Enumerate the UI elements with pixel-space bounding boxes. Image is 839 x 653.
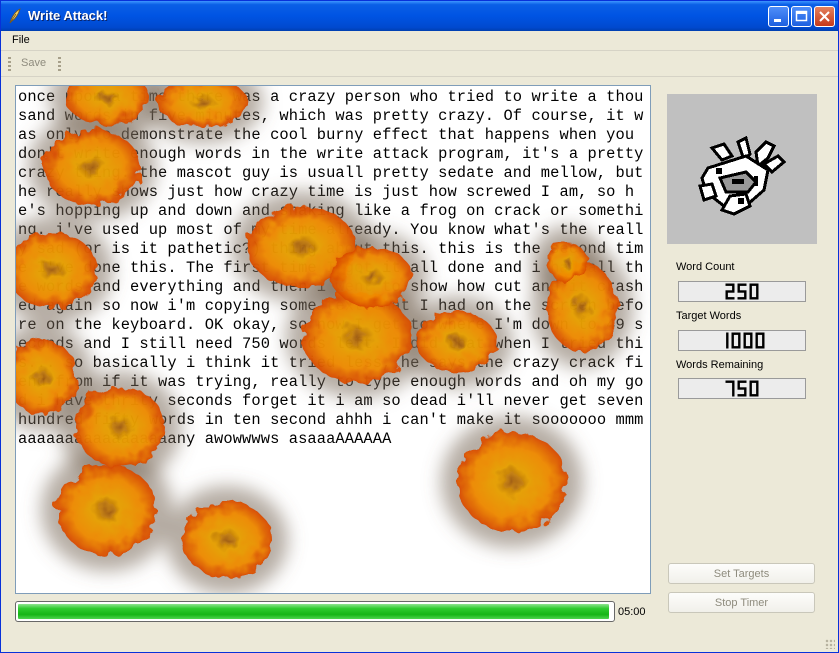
lcd-segment	[749, 283, 752, 292]
lcd-segment	[756, 283, 759, 292]
progress-fill	[18, 604, 610, 619]
close-button[interactable]	[814, 6, 835, 27]
mascot-panel	[667, 94, 817, 244]
toolbar-separator	[58, 57, 61, 71]
minimize-icon	[774, 19, 781, 22]
window-title: Write Attack!	[28, 8, 108, 23]
word-count-label: Word Count	[676, 261, 735, 273]
maximize-icon	[795, 10, 808, 22]
close-icon	[819, 11, 830, 22]
target-words-digits	[726, 332, 765, 349]
lcd-segment	[756, 380, 759, 389]
lcd-segment	[731, 340, 734, 349]
minimize-button[interactable]	[768, 6, 789, 27]
lcd-segment	[737, 283, 740, 292]
lcd-segment	[749, 380, 752, 389]
time-progress-bar	[15, 601, 615, 622]
menu-bar: File	[1, 31, 838, 51]
maximize-button[interactable]	[791, 6, 812, 27]
words-remaining-digits	[725, 380, 759, 397]
title-bar[interactable]: Write Attack!	[1, 1, 838, 31]
target-words-display	[678, 330, 806, 351]
words-remaining-label: Words Remaining	[676, 359, 764, 371]
lcd-segment	[762, 332, 765, 341]
set-targets-button[interactable]: Set Targets	[668, 563, 815, 584]
app-window: Write Attack! File Save once upon a time…	[0, 0, 839, 653]
lcd-segment	[732, 380, 735, 389]
toolbar: Save	[1, 51, 838, 77]
crazy-rabbit-mascot-icon	[698, 135, 787, 216]
editor-text[interactable]: once upon a time there was a crazy perso…	[18, 88, 648, 449]
word-count-display	[678, 281, 806, 302]
burn-smoke	[166, 486, 288, 593]
text-editor[interactable]: once upon a time there was a crazy perso…	[15, 85, 651, 594]
lcd-segment	[743, 340, 746, 349]
timer-label: 05:00	[618, 606, 646, 618]
lcd-segment	[732, 283, 735, 292]
burn-splotch	[57, 465, 157, 555]
lcd-segment	[737, 380, 740, 389]
feather-pen-icon	[9, 8, 21, 24]
lcd-segment	[732, 388, 735, 397]
lcd-segment	[743, 332, 746, 341]
lcd-segment	[737, 297, 747, 300]
burn-smoke	[41, 449, 173, 571]
target-words-label: Target Words	[676, 310, 742, 322]
burn-splotch	[182, 502, 272, 578]
lcd-segment	[749, 291, 752, 300]
lcd-segment	[750, 332, 753, 341]
lcd-segment	[749, 388, 752, 397]
save-button[interactable]: Save	[21, 57, 46, 69]
lcd-segment	[738, 332, 741, 341]
lcd-segment	[755, 340, 758, 349]
lcd-segment	[737, 394, 747, 397]
lcd-segment	[725, 297, 735, 300]
word-count-digits	[725, 283, 759, 300]
lcd-segment	[731, 332, 734, 341]
lcd-segment	[726, 340, 729, 349]
resize-grip[interactable]	[825, 639, 835, 649]
toolbar-grip[interactable]	[8, 57, 11, 71]
lcd-segment	[755, 332, 758, 341]
words-remaining-display	[678, 378, 806, 399]
menu-file[interactable]: File	[12, 34, 30, 46]
lcd-segment	[726, 332, 729, 341]
stop-timer-button[interactable]: Stop Timer	[668, 592, 815, 613]
